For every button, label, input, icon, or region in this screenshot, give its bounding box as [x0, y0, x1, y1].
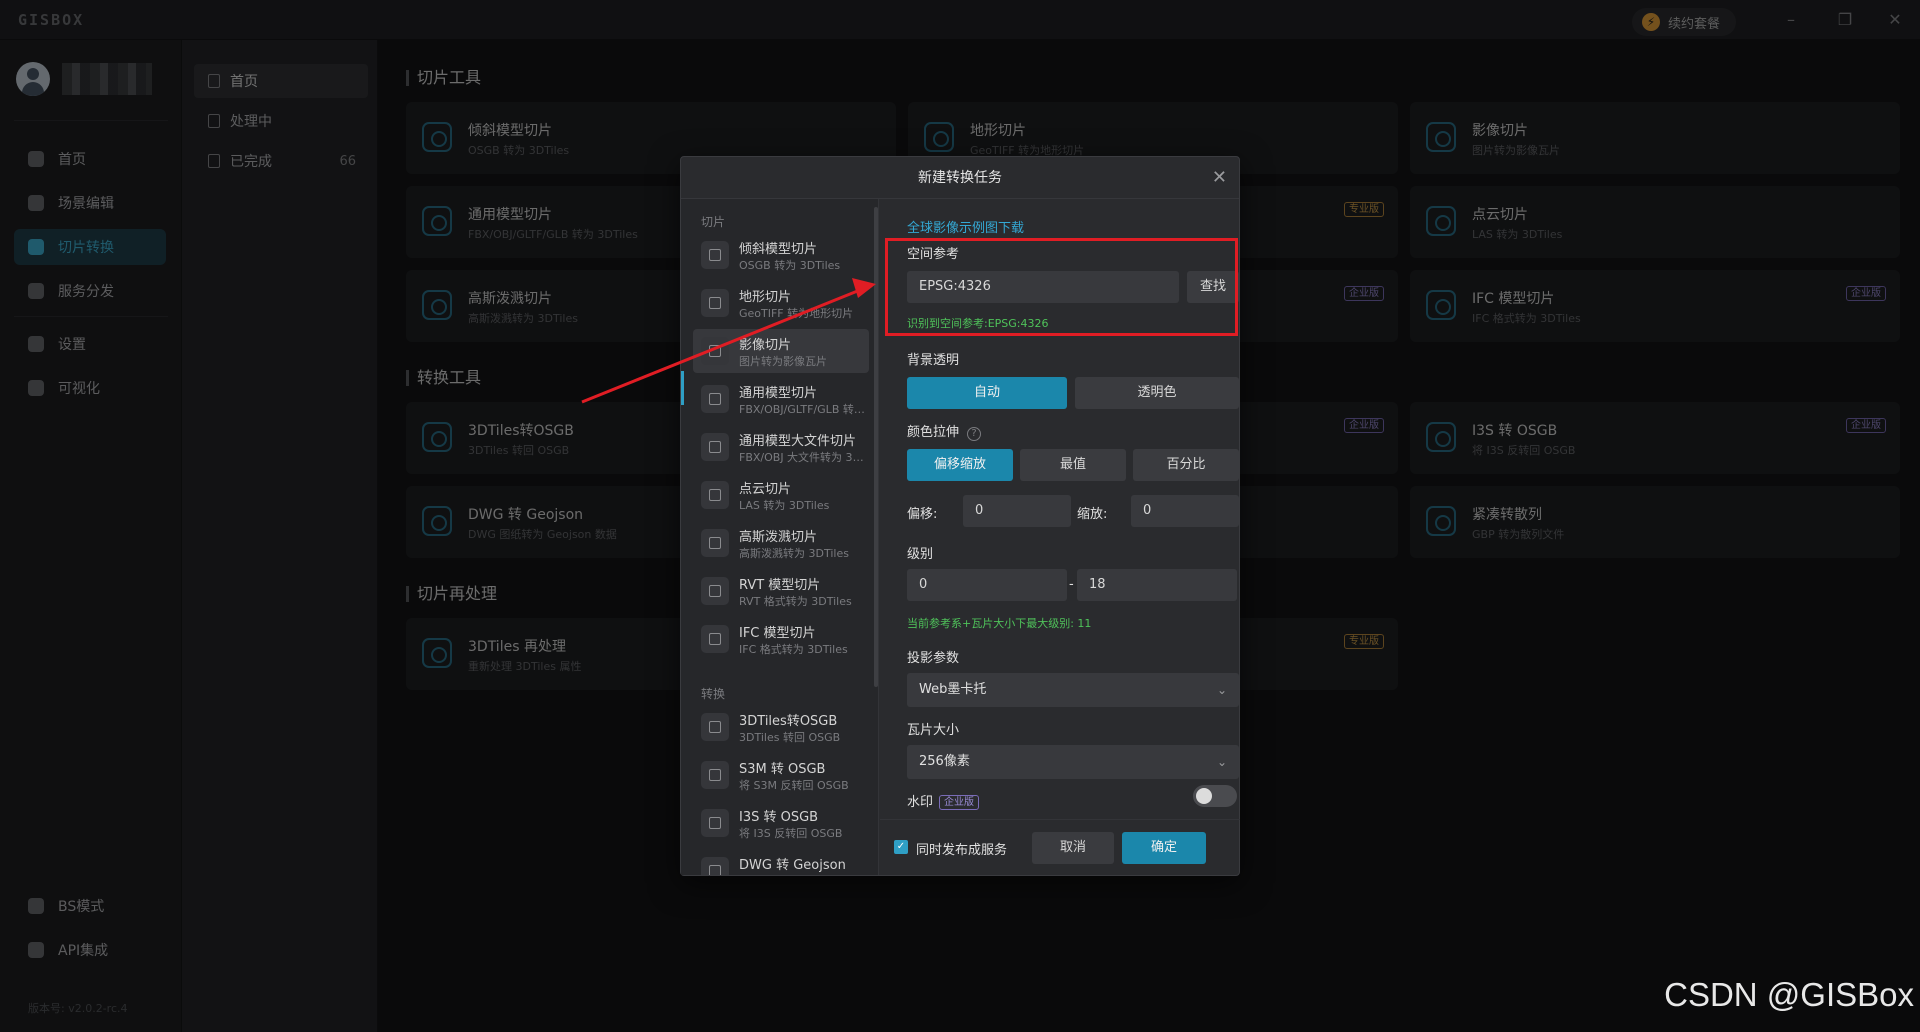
stretch-option-minmax[interactable]: 最值	[1020, 449, 1126, 481]
task-desc: RVT 格式转为 3DTiles	[739, 595, 852, 608]
dialog-footer: ✓ 同时发布成服务 取消 确定	[880, 819, 1240, 875]
task-item[interactable]: 点云切片 LAS 转为 3DTiles	[693, 473, 869, 517]
task-icon	[701, 625, 729, 653]
task-item[interactable]: 通用模型切片 FBX/OBJ/GLTF/GLB 转为 3DTiles	[693, 377, 869, 421]
watermark-text: 水印	[907, 795, 934, 810]
task-desc: 图片转为影像瓦片	[739, 355, 827, 368]
publish-service-label: 同时发布成服务	[916, 843, 1008, 858]
task-icon	[701, 337, 729, 365]
task-name: I3S 转 OSGB	[739, 810, 819, 825]
offset-label: 偏移:	[907, 507, 938, 522]
task-item[interactable]: 地形切片 GeoTIFF 转为地形切片	[693, 281, 869, 325]
task-desc: 将 I3S 反转回 OSGB	[739, 827, 843, 840]
bg-transparent-label: 背景透明	[907, 353, 960, 368]
task-name: 地形切片	[739, 290, 792, 305]
task-type-list: 切片 倾斜模型切片 OSGB 转为 3DTiles 地形切片 GeoTIFF 转为地…	[681, 199, 879, 875]
offset-input[interactable]: 0	[963, 495, 1071, 527]
chevron-down-icon: ⌄	[1216, 755, 1227, 769]
bg-option-auto[interactable]: 自动	[907, 377, 1067, 409]
projection-select[interactable]: Web墨卡托 ⌄	[907, 673, 1239, 707]
task-item[interactable]: 通用模型大文件切片 FBX/OBJ 大文件转为 3DTiles	[693, 425, 869, 469]
watermark-label: 水印 企业版	[907, 791, 980, 810]
level-label: 级别	[907, 547, 934, 562]
task-desc: FBX/OBJ 大文件转为 3DTiles	[739, 451, 865, 464]
task-name: 点云切片	[739, 482, 792, 497]
task-icon	[701, 289, 729, 317]
task-icon	[701, 857, 729, 875]
task-name: 影像切片	[739, 338, 792, 353]
projection-value: Web墨卡托	[919, 682, 987, 697]
dialog-close-button[interactable]: ✕	[1212, 167, 1227, 188]
task-desc: 高斯泼溅转为 3DTiles	[739, 547, 849, 560]
scale-input[interactable]: 0	[1131, 495, 1239, 527]
task-name: 高斯泼溅切片	[739, 530, 818, 545]
task-name: IFC 模型切片	[739, 626, 816, 641]
task-item[interactable]: 高斯泼溅切片高斯泼溅转为 3DTiles	[693, 521, 869, 565]
task-name: DWG 转 Geojson	[739, 858, 846, 873]
task-name: 倾斜模型切片	[739, 242, 818, 257]
task-item[interactable]: DWG 转 Geojson	[693, 849, 869, 875]
task-item[interactable]: S3M 转 OSGB 将 S3M 反转回 OSGB	[693, 753, 869, 797]
task-name: 通用模型切片	[739, 386, 818, 401]
dialog-title: 新建转换任务	[681, 157, 1239, 199]
confirm-button[interactable]: 确定	[1122, 832, 1206, 864]
stretch-option-offset-scale[interactable]: 偏移缩放	[907, 449, 1013, 481]
task-icon	[701, 241, 729, 269]
stretch-option-percent[interactable]: 百分比	[1133, 449, 1239, 481]
task-icon	[701, 433, 729, 461]
cancel-button[interactable]: 取消	[1032, 832, 1114, 864]
page-watermark: CSDN @GISBox	[1664, 976, 1914, 1013]
task-name: RVT 模型切片	[739, 578, 821, 593]
tile-size-select[interactable]: 256像素 ⌄	[907, 745, 1239, 779]
group-label-convert: 转换	[701, 687, 726, 701]
task-item[interactable]: RVT 模型切片 RVT 格式转为 3DTiles	[693, 569, 869, 613]
task-icon	[701, 713, 729, 741]
task-icon	[701, 761, 729, 789]
task-icon	[701, 529, 729, 557]
level-range-dash: -	[1069, 577, 1074, 592]
task-desc: 将 S3M 反转回 OSGB	[739, 779, 849, 792]
task-icon	[701, 809, 729, 837]
task-icon	[701, 481, 729, 509]
task-item[interactable]: 3DTiles转OSGB 3DTiles 转回 OSGB	[693, 705, 869, 749]
task-desc: OSGB 转为 3DTiles	[739, 259, 841, 272]
level-min-input[interactable]: 0	[907, 569, 1067, 601]
task-item[interactable]: 倾斜模型切片 OSGB 转为 3DTiles	[693, 233, 869, 277]
task-desc: GeoTIFF 转为地形切片	[739, 307, 854, 320]
group-label-tiling: 切片	[701, 215, 726, 229]
publish-service-checkbox[interactable]: ✓	[894, 840, 908, 854]
color-stretch-text: 颜色拉伸	[907, 425, 960, 440]
level-max-input[interactable]: 18	[1077, 569, 1237, 601]
chevron-down-icon: ⌄	[1216, 683, 1227, 697]
tile-size-value: 256像素	[919, 754, 970, 769]
download-sample-link[interactable]: 全球影像示例图下载	[907, 217, 1024, 236]
task-icon	[701, 577, 729, 605]
watermark-toggle[interactable]	[1193, 785, 1237, 807]
task-name: 通用模型大文件切片	[739, 434, 857, 449]
task-name: 3DTiles转OSGB	[739, 714, 838, 729]
color-stretch-label: 颜色拉伸?	[907, 421, 982, 441]
task-name: S3M 转 OSGB	[739, 762, 826, 777]
task-desc: IFC 格式转为 3DTiles	[739, 643, 848, 656]
task-item-selected[interactable]: 影像切片图片转为影像瓦片	[693, 329, 869, 373]
level-hint: 当前参考系+瓦片大小下最大级别: 11	[907, 617, 1092, 630]
list-scrollbar[interactable]	[874, 207, 878, 687]
task-item[interactable]: I3S 转 OSGB 将 I3S 反转回 OSGB	[693, 801, 869, 845]
task-icon	[701, 385, 729, 413]
tile-size-label: 瓦片大小	[907, 723, 960, 738]
help-icon[interactable]: ?	[967, 427, 982, 441]
task-desc: FBX/OBJ/GLTF/GLB 转为 3DTiles	[739, 403, 865, 416]
task-desc: LAS 转为 3DTiles	[739, 499, 830, 512]
projection-label: 投影参数	[907, 651, 960, 666]
enterprise-badge: 企业版	[939, 795, 980, 810]
selected-indicator	[681, 371, 684, 405]
scale-label: 缩放:	[1077, 507, 1108, 522]
highlight-box	[885, 238, 1238, 336]
task-desc: 3DTiles 转回 OSGB	[739, 731, 841, 744]
bg-option-transparent-color[interactable]: 透明色	[1075, 377, 1239, 409]
task-item[interactable]: IFC 模型切片 IFC 格式转为 3DTiles	[693, 617, 869, 661]
